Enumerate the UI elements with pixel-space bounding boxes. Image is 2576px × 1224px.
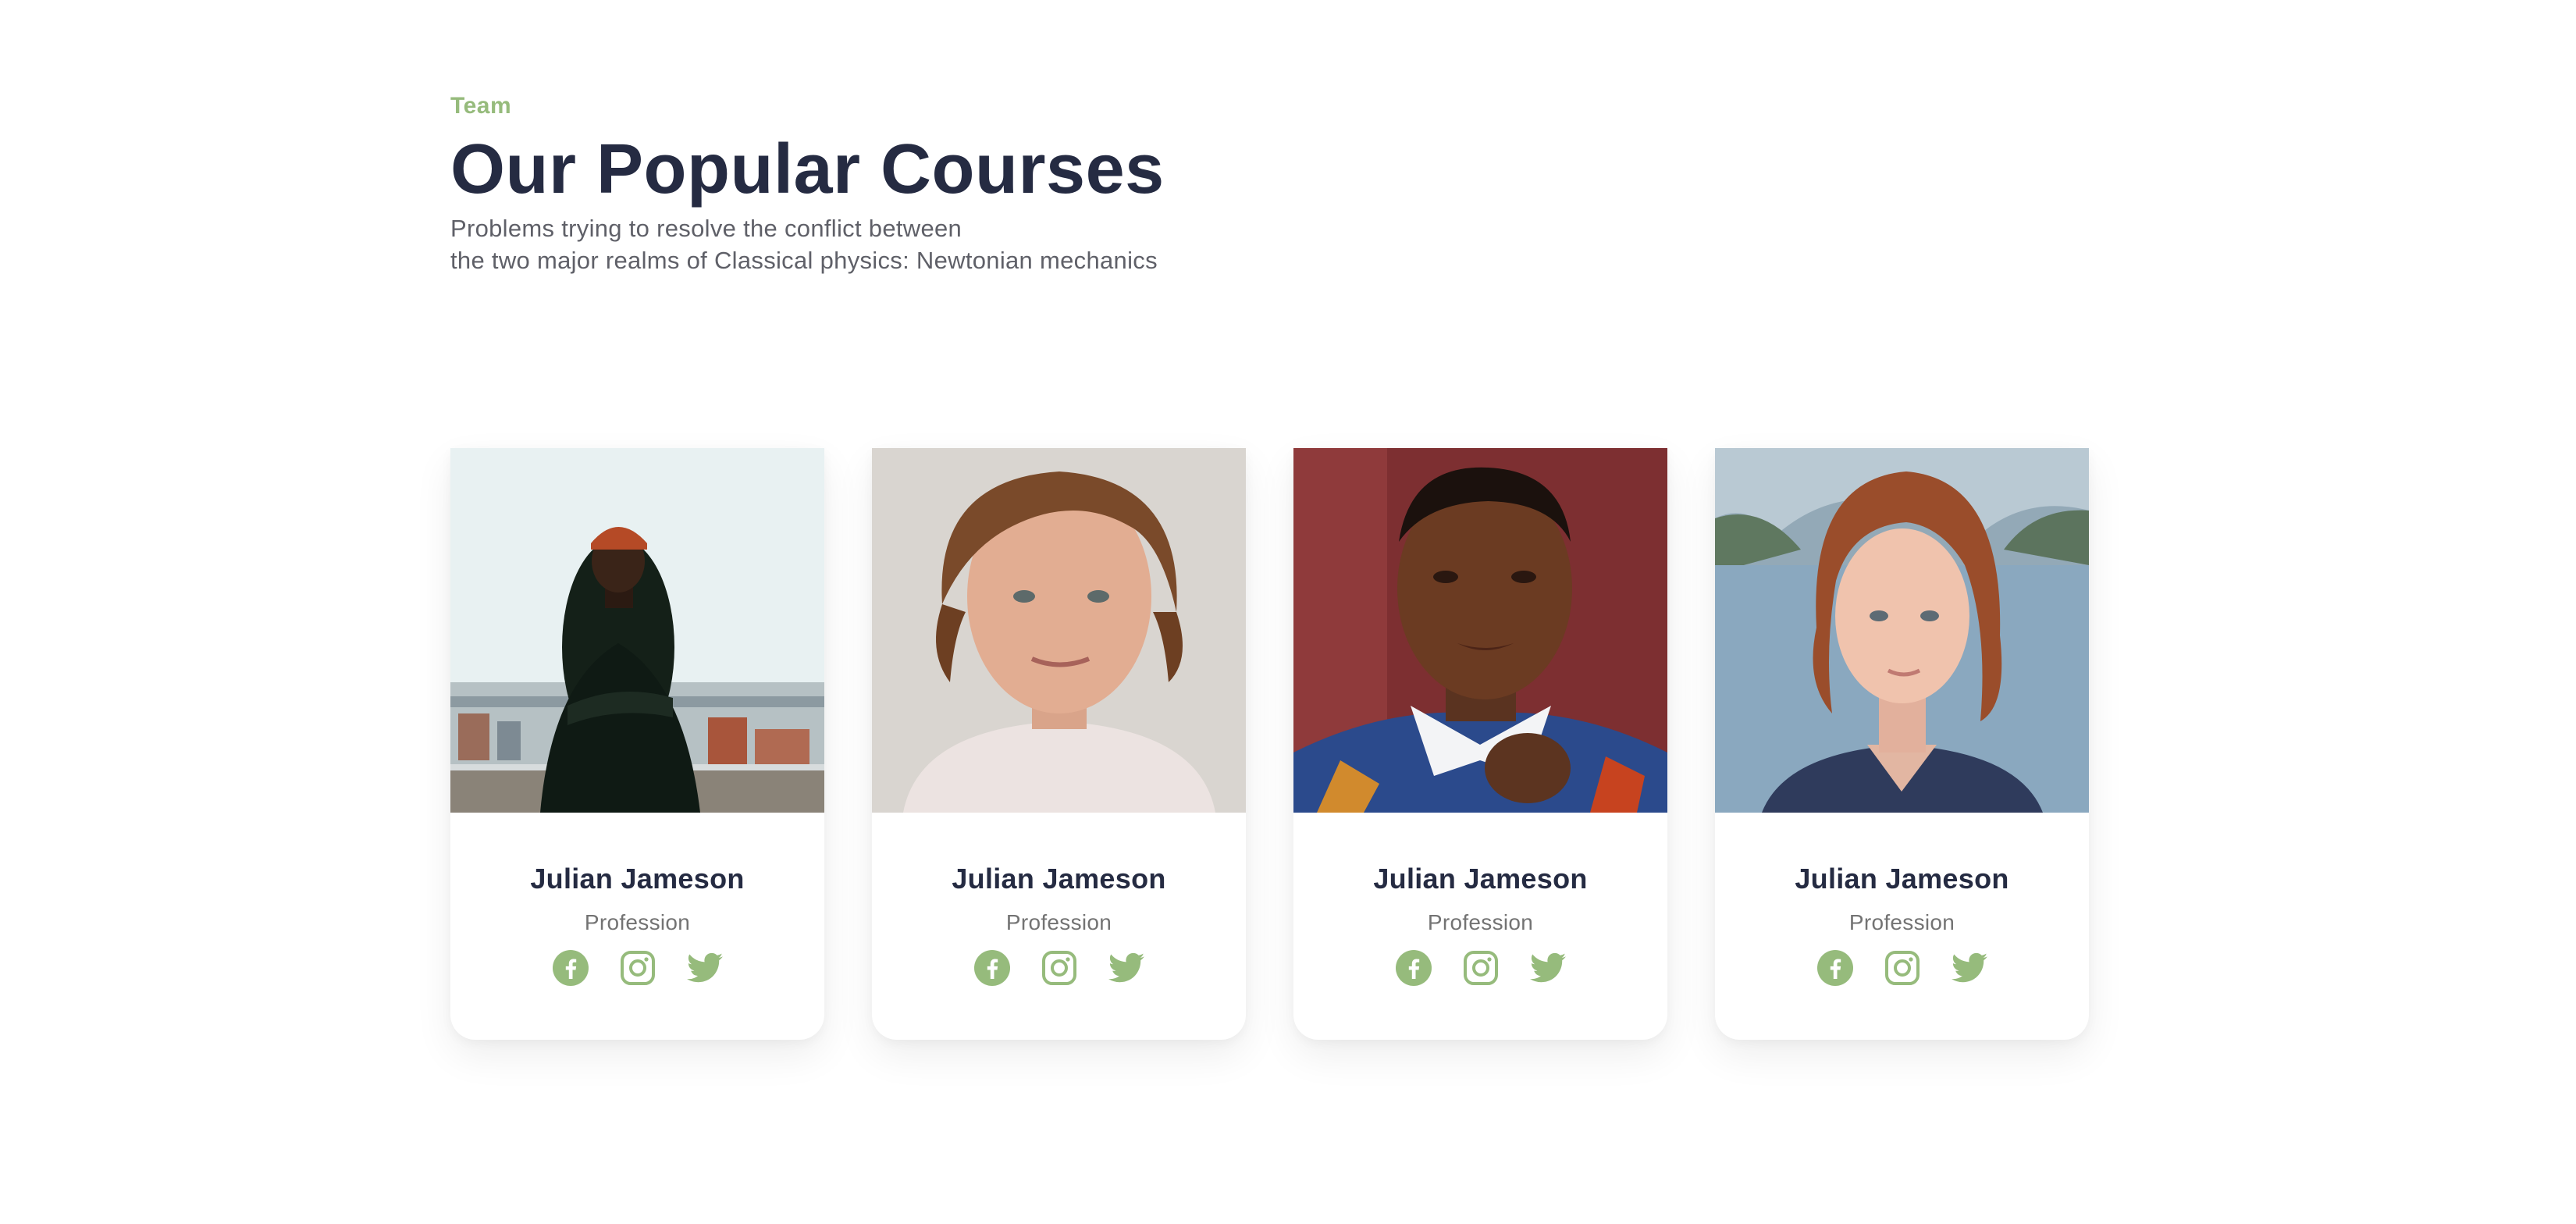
team-member-name: Julian Jameson (952, 863, 1166, 895)
instagram-icon[interactable] (1041, 949, 1078, 987)
team-member-profession: Profession (584, 910, 691, 934)
twitter-icon[interactable] (686, 949, 724, 987)
social-links (973, 949, 1145, 987)
facebook-icon[interactable] (973, 949, 1011, 987)
team-member-profession: Profession (1427, 910, 1534, 934)
social-links (1816, 949, 1988, 987)
instagram-icon[interactable] (619, 949, 656, 987)
instagram-icon[interactable] (1462, 949, 1500, 987)
team-member-name: Julian Jameson (1795, 863, 2009, 895)
subtitle-line-1: Problems trying to resolve the conflict … (450, 215, 962, 242)
team-section: Team Our Popular Courses Problems trying… (0, 0, 2576, 1224)
facebook-icon[interactable] (1395, 949, 1432, 987)
team-member-name: Julian Jameson (530, 863, 745, 895)
team-member-photo (872, 448, 1246, 813)
team-card: Julian Jameson Profession (1715, 448, 2089, 1040)
subtitle-line-2: the two major realms of Classical physic… (450, 247, 1158, 274)
team-member-profession: Profession (1005, 910, 1112, 934)
team-member-profession: Profession (1848, 910, 1955, 934)
team-card: Julian Jameson Profession (872, 448, 1246, 1040)
section-subtitle: Problems trying to resolve the conflict … (450, 212, 1165, 276)
team-cards: Julian Jameson Profession Julian Jameson… (450, 448, 2089, 1040)
team-member-photo (1715, 448, 2089, 813)
social-links (552, 949, 724, 987)
twitter-icon[interactable] (1108, 949, 1145, 987)
page-title: Our Popular Courses (450, 130, 1165, 208)
instagram-icon[interactable] (1884, 949, 1921, 987)
social-links (1395, 949, 1567, 987)
facebook-icon[interactable] (1816, 949, 1854, 987)
team-card: Julian Jameson Profession (450, 448, 824, 1040)
facebook-icon[interactable] (552, 949, 589, 987)
team-member-name: Julian Jameson (1373, 863, 1588, 895)
section-header: Team Our Popular Courses Problems trying… (450, 91, 1165, 276)
team-member-photo (1293, 448, 1667, 813)
section-eyebrow: Team (450, 93, 512, 119)
twitter-icon[interactable] (1951, 949, 1988, 987)
twitter-icon[interactable] (1529, 949, 1567, 987)
team-card: Julian Jameson Profession (1293, 448, 1667, 1040)
team-member-photo (450, 448, 824, 813)
